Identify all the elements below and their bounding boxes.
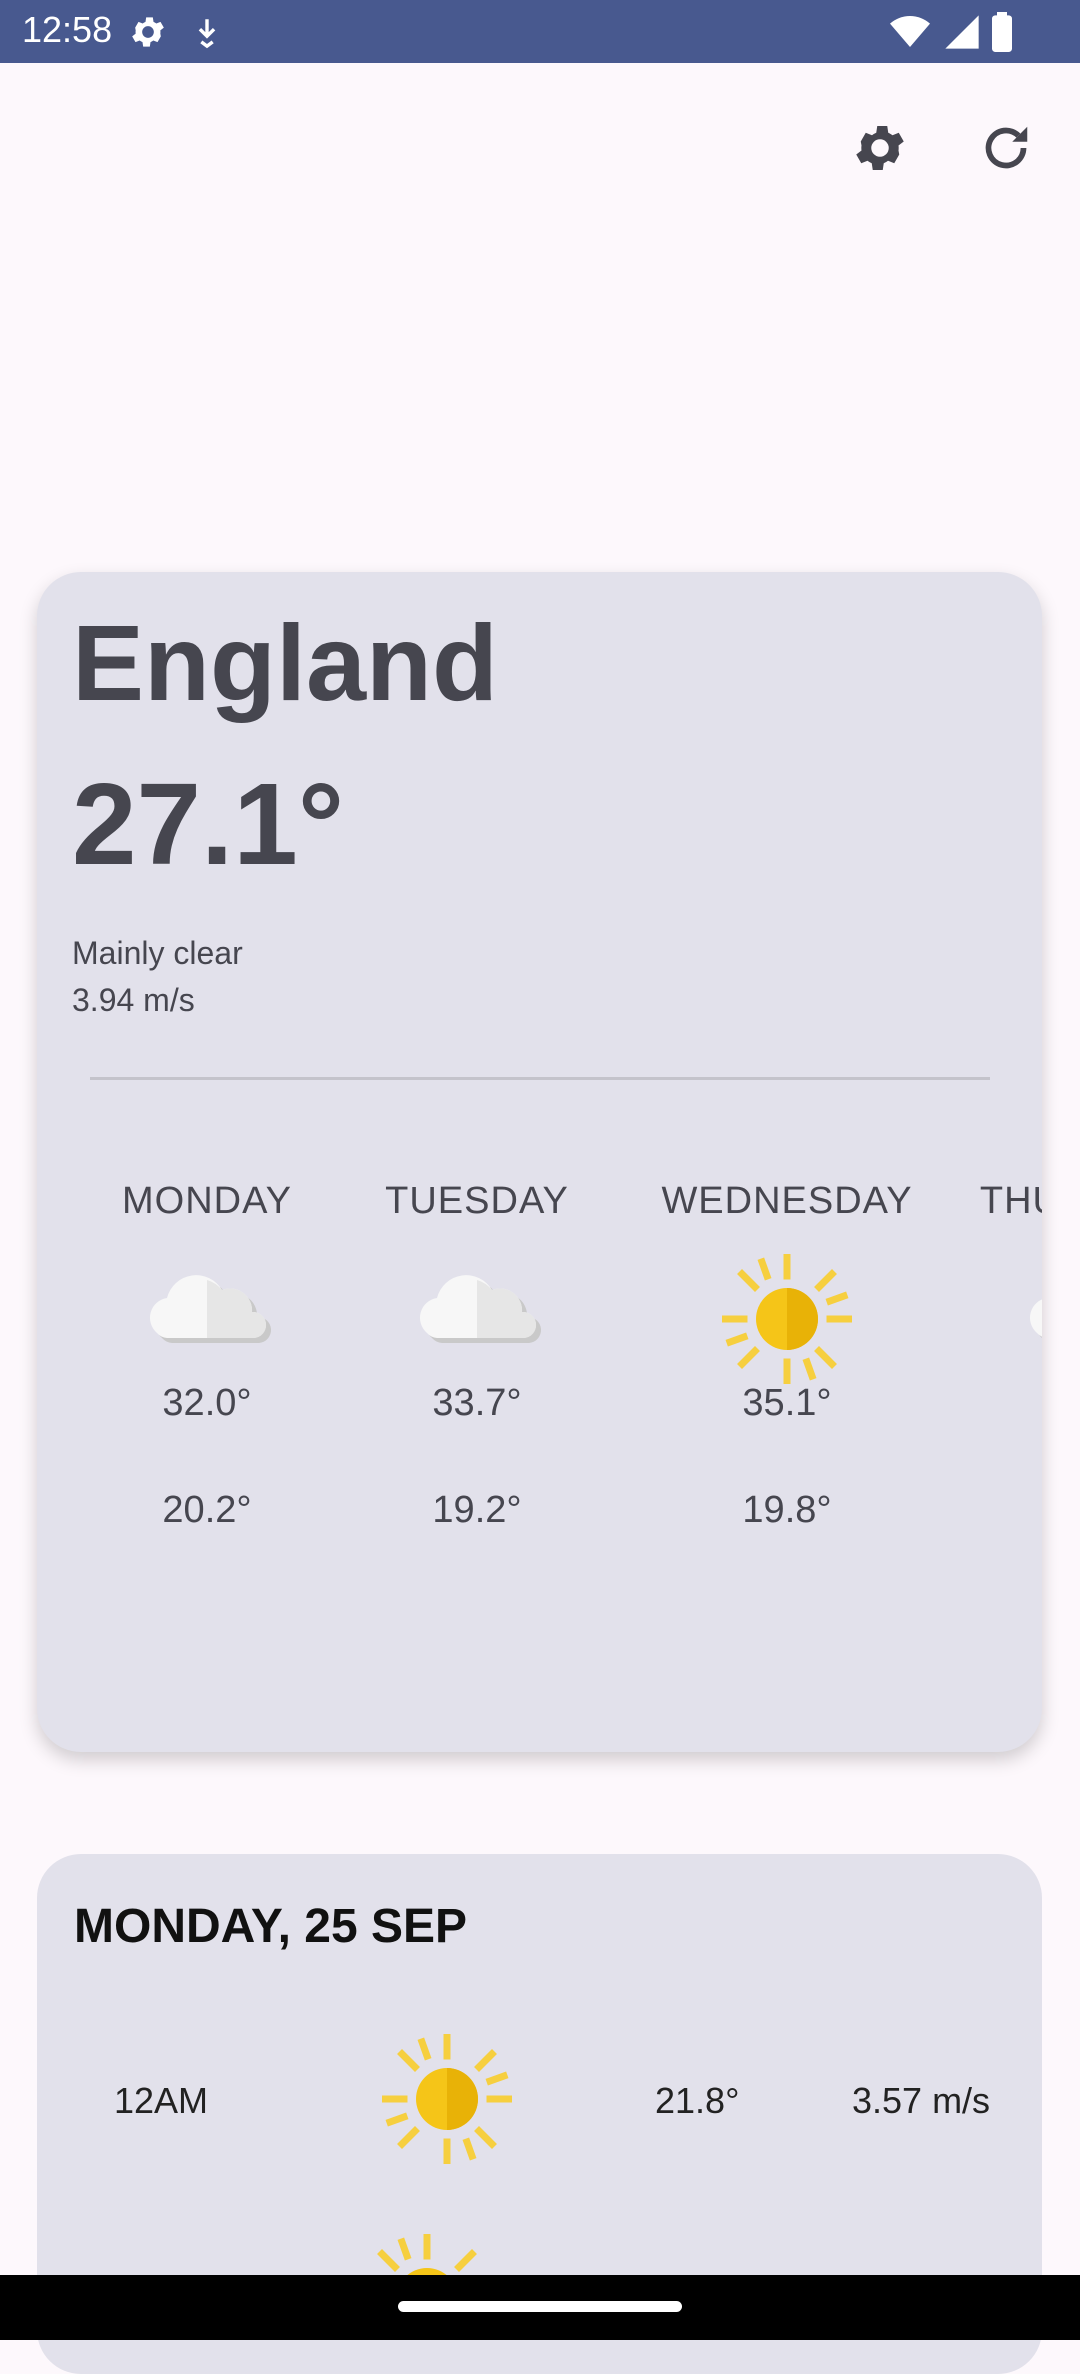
refresh-button[interactable] [976, 118, 1036, 178]
current-temperature: 27.1° [72, 759, 345, 889]
daily-forecast-list[interactable]: MONDAY 32.0° 20.2° TUESDAY 33.7° 19.2° W… [37, 1172, 1042, 1632]
day-high-temp: 33.7° [432, 1382, 522, 1424]
detail-date-title: MONDAY, 25 SEP [74, 1900, 468, 1953]
battery-icon [990, 12, 1014, 57]
wind-speed: 3.94 m/s [72, 982, 195, 1018]
day-name: MONDAY [122, 1180, 292, 1222]
wifi-icon [888, 12, 932, 57]
day-name: TUESDAY [385, 1180, 569, 1222]
divider [90, 1077, 990, 1080]
settings-status-icon [128, 12, 168, 57]
day-low-temp: 2 [957, 1489, 1042, 1532]
hourly-row[interactable]: 12AM 21.8° 3.57 m/s [37, 2034, 1042, 2174]
status-bar: 12:58 [0, 0, 1080, 63]
sun-icon [382, 2034, 512, 2164]
hour-time: 12AM [114, 2080, 209, 2121]
refresh-icon [985, 126, 1028, 169]
hour-wind-speed: 3.57 m/s [852, 2080, 991, 2121]
status-time: 12:58 [22, 9, 113, 50]
day-low-temp: 20.2° [162, 1489, 252, 1531]
settings-button[interactable] [850, 118, 910, 178]
cloud-icon [419, 1275, 542, 1343]
day-low-temp: 19.2° [432, 1489, 522, 1531]
day-low-temp: 19.8° [742, 1489, 832, 1531]
cloud-icon [149, 1275, 272, 1343]
day-high-temp: 3 [957, 1382, 1042, 1425]
cloud-icon [1029, 1299, 1042, 1338]
home-gesture-handle[interactable] [398, 2301, 682, 2312]
download-status-icon [190, 12, 224, 57]
day-high-temp: 32.0° [162, 1382, 252, 1424]
day-high-temp: 35.1° [742, 1382, 832, 1424]
weather-condition: Mainly clear [72, 935, 243, 971]
location-name: England [72, 602, 498, 723]
day-name: WEDNESDAY [661, 1180, 913, 1222]
current-weather-card: England 27.1° Mainly clear 3.94 m/s MOND… [37, 572, 1042, 1752]
sun-icon [722, 1254, 852, 1384]
hour-temperature: 21.8° [655, 2080, 740, 2121]
day-name: THURSDAY [979, 1180, 1042, 1222]
signal-icon [942, 12, 982, 57]
gear-icon [856, 126, 904, 170]
